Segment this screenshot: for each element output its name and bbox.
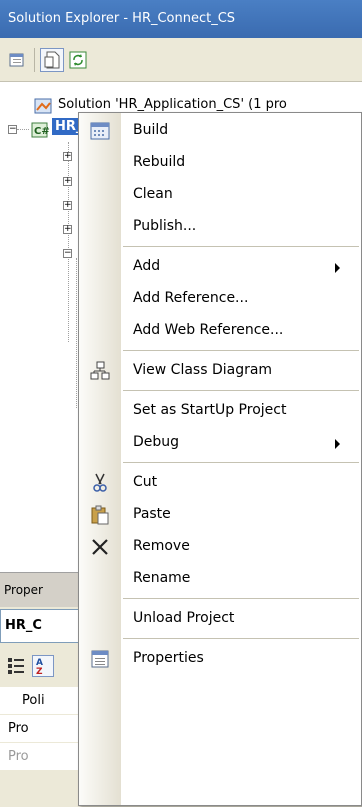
- menu-item-debug[interactable]: Debug: [79, 427, 361, 459]
- alphabetical-button[interactable]: A Z: [32, 655, 54, 677]
- property-name: Pro: [8, 749, 29, 764]
- solution-explorer-toolbar: [0, 38, 362, 82]
- menu-item-label: Remove: [133, 538, 190, 554]
- svg-text:C#: C#: [34, 126, 50, 137]
- menu-item-add[interactable]: Add: [79, 251, 361, 283]
- menu-item-label: Add Reference...: [133, 290, 249, 306]
- submenu-arrow-icon: [335, 439, 340, 449]
- menu-item-view-class-diagram[interactable]: View Class Diagram: [79, 355, 361, 387]
- solution-explorer-window: Solution Explorer - HR_Connect_CS Soluti…: [0, 0, 362, 807]
- expand-icon[interactable]: +: [63, 152, 72, 161]
- remove-icon: [89, 536, 111, 558]
- show-all-files-icon: [9, 53, 24, 67]
- tree-line: [68, 142, 69, 342]
- menu-item-remove[interactable]: Remove: [79, 531, 361, 563]
- menu-item-unload-project[interactable]: Unload Project: [79, 603, 361, 635]
- menu-item-label: Build: [133, 122, 169, 138]
- menu-item-label: Rename: [133, 570, 191, 586]
- menu-item-label: Add: [133, 258, 161, 274]
- categorized-icon: [8, 658, 24, 674]
- paste-icon: [89, 504, 111, 526]
- refresh-button[interactable]: [66, 48, 90, 72]
- property-name: Pro: [8, 721, 29, 736]
- menu-item-properties[interactable]: Properties: [79, 643, 361, 675]
- menu-item-label: Unload Project: [133, 610, 235, 626]
- menu-separator: [123, 390, 359, 391]
- document-icon: [44, 51, 60, 69]
- menu-item-build[interactable]: Build: [79, 115, 361, 147]
- menu-separator: [123, 638, 359, 639]
- menu-separator: [123, 462, 359, 463]
- toolbar-separator: [34, 48, 35, 72]
- solution-icon: [34, 96, 54, 116]
- properties-toolbar-button[interactable]: [40, 48, 64, 72]
- menu-item-set-startup-project[interactable]: Set as StartUp Project: [79, 395, 361, 427]
- tree-line: [17, 129, 29, 130]
- menu-item-label: Clean: [133, 186, 173, 202]
- menu-separator: [123, 598, 359, 599]
- menu-item-label: Set as StartUp Project: [133, 402, 287, 418]
- expand-icon[interactable]: +: [63, 201, 72, 210]
- menu-item-label: View Class Diagram: [133, 362, 273, 378]
- menu-separator: [123, 350, 359, 351]
- collapse-icon[interactable]: −: [8, 125, 17, 134]
- alphabetical-icon: A Z: [36, 658, 43, 677]
- submenu-arrow-icon: [335, 263, 340, 273]
- menu-item-label: Cut: [133, 474, 158, 490]
- menu-item-publish[interactable]: Publish...: [79, 211, 361, 243]
- menu-item-label: Properties: [133, 650, 204, 666]
- refresh-icon: [69, 51, 87, 69]
- expand-icon[interactable]: +: [63, 225, 72, 234]
- properties-icon: [89, 648, 111, 670]
- property-name: Poli: [22, 693, 45, 708]
- menu-separator: [123, 246, 359, 247]
- menu-item-label: Paste: [133, 506, 171, 522]
- menu-item-rebuild[interactable]: Rebuild: [79, 147, 361, 179]
- menu-item-label: Rebuild: [133, 154, 186, 170]
- collapse-icon[interactable]: −: [63, 249, 72, 258]
- menu-item-label: Debug: [133, 434, 180, 450]
- build-icon: [89, 120, 111, 142]
- menu-item-rename[interactable]: Rename: [79, 563, 361, 595]
- class-diagram-icon: [89, 360, 111, 382]
- expand-icon[interactable]: +: [63, 177, 72, 186]
- menu-item-label: Publish...: [133, 218, 197, 234]
- project-context-menu: Build Rebuild Clean Publish... Add Add R…: [78, 112, 362, 806]
- window-title: Solution Explorer - HR_Connect_CS: [0, 0, 362, 38]
- project-icon: C#: [30, 120, 50, 140]
- menu-item-label: Add Web Reference...: [133, 322, 284, 338]
- cut-icon: [89, 472, 111, 494]
- show-all-files-button[interactable]: [6, 48, 30, 72]
- tree-line: [76, 258, 77, 408]
- menu-item-clean[interactable]: Clean: [79, 179, 361, 211]
- solution-node-label[interactable]: Solution 'HR_Application_CS' (1 pro: [58, 97, 287, 112]
- menu-item-add-web-reference[interactable]: Add Web Reference...: [79, 315, 361, 347]
- svg-text:Z: Z: [36, 667, 43, 676]
- categorized-button[interactable]: [6, 655, 28, 677]
- menu-item-cut[interactable]: Cut: [79, 467, 361, 499]
- menu-item-add-reference[interactable]: Add Reference...: [79, 283, 361, 315]
- menu-item-paste[interactable]: Paste: [79, 499, 361, 531]
